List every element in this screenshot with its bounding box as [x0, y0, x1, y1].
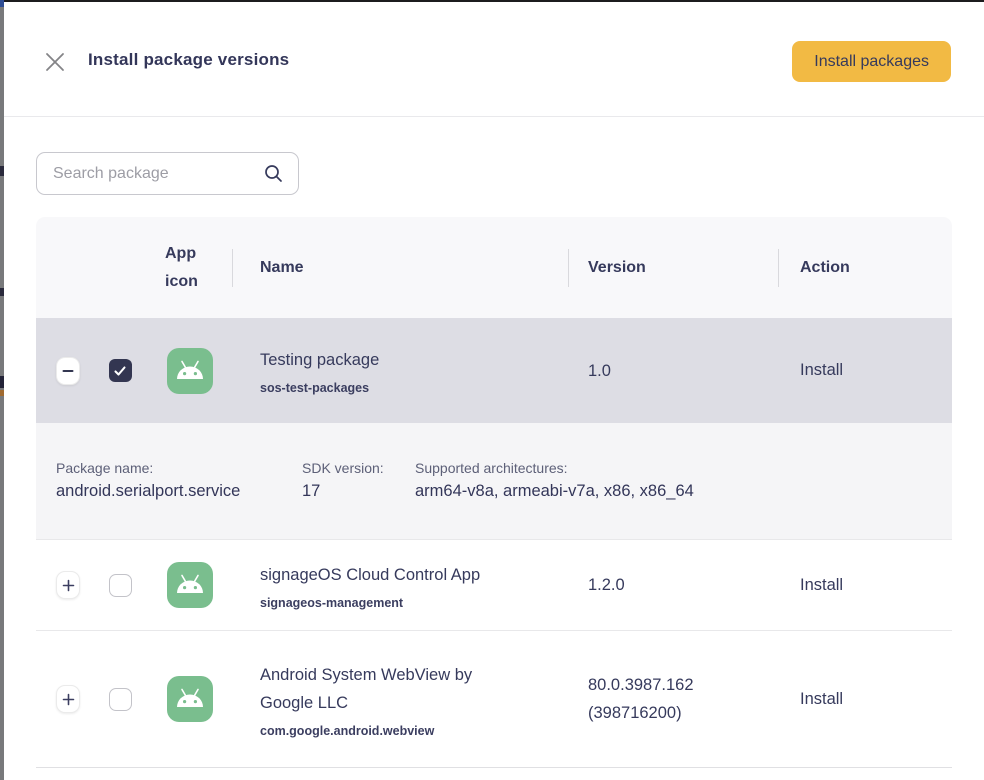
- plus-icon: [62, 579, 75, 592]
- column-header-app-icon: App icon: [148, 217, 232, 318]
- detail-package-name-group: Package name: android.serialport.service: [56, 458, 302, 504]
- install-action-link[interactable]: Install: [800, 576, 843, 595]
- install-packages-button[interactable]: Install packages: [792, 41, 951, 82]
- expand-row-button[interactable]: [56, 571, 80, 599]
- column-divider: [232, 249, 233, 287]
- column-label: Version: [588, 259, 646, 277]
- package-version: 1.0: [588, 357, 611, 385]
- detail-value: arm64-v8a, armeabi-v7a, x86, x86_64: [415, 478, 952, 504]
- detail-label: Package name:: [56, 458, 302, 478]
- package-id: com.google.android.webview: [260, 724, 434, 738]
- package-name: signageOS Cloud Control App: [260, 561, 480, 589]
- checkmark-icon: [113, 364, 127, 378]
- underlying-page-edge: [0, 0, 4, 780]
- search-field-wrapper: [36, 152, 299, 195]
- android-app-icon: [167, 348, 213, 394]
- modal-title: Install package versions: [88, 2, 289, 117]
- install-action-link[interactable]: Install: [800, 690, 843, 709]
- expand-row-button[interactable]: [56, 685, 80, 713]
- package-name: Testing package: [260, 346, 379, 374]
- column-divider: [778, 249, 779, 287]
- column-label: App icon: [165, 240, 211, 296]
- package-version: 1.2.0: [588, 571, 625, 599]
- detail-label: SDK version:: [302, 458, 415, 478]
- android-app-icon: [167, 562, 213, 608]
- table-row[interactable]: signageOS Cloud Control App signageos-ma…: [36, 540, 952, 631]
- plus-icon: [62, 693, 75, 706]
- close-button[interactable]: [40, 47, 70, 77]
- android-app-icon: [167, 676, 213, 722]
- package-id: signageos-management: [260, 596, 403, 610]
- detail-sdk-version-group: SDK version: 17: [302, 458, 415, 504]
- row-checkbox-unchecked[interactable]: [109, 574, 132, 597]
- column-header-version: Version: [568, 217, 778, 318]
- install-action-link[interactable]: Install: [800, 361, 843, 380]
- column-label: Action: [800, 259, 850, 277]
- package-details-panel: Package name: android.serialport.service…: [36, 423, 952, 540]
- row-checkbox-unchecked[interactable]: [109, 688, 132, 711]
- table-row[interactable]: Testing package sos-test-packages 1.0 In…: [36, 318, 952, 423]
- package-version: 80.0.3987.162 (398716200): [588, 671, 766, 727]
- column-divider: [568, 249, 569, 287]
- search-input[interactable]: [36, 152, 299, 195]
- column-label: Name: [260, 259, 304, 277]
- detail-value: 17: [302, 478, 415, 504]
- detail-value: android.serialport.service: [56, 478, 302, 504]
- row-checkbox-checked[interactable]: [109, 359, 132, 382]
- column-header-action: Action: [778, 217, 952, 318]
- search-icon: [264, 164, 283, 183]
- packages-table: App icon Name Version Action: [36, 217, 952, 768]
- package-name: Android System WebView by Google LLC: [260, 661, 515, 717]
- close-icon: [43, 50, 67, 74]
- header-expand-cell: [36, 217, 92, 318]
- page-top-edge: [0, 0, 984, 2]
- table-header-row: App icon Name Version Action: [36, 217, 952, 318]
- modal-header: Install package versions Install package…: [0, 2, 984, 117]
- minus-icon: [62, 365, 74, 377]
- package-id: sos-test-packages: [260, 381, 369, 395]
- table-row[interactable]: Android System WebView by Google LLC com…: [36, 631, 952, 768]
- header-checkbox-cell: [92, 217, 148, 318]
- detail-architectures-group: Supported architectures: arm64-v8a, arme…: [415, 458, 952, 504]
- collapse-row-button[interactable]: [56, 357, 80, 385]
- detail-label: Supported architectures:: [415, 458, 952, 478]
- column-header-name: Name: [232, 217, 568, 318]
